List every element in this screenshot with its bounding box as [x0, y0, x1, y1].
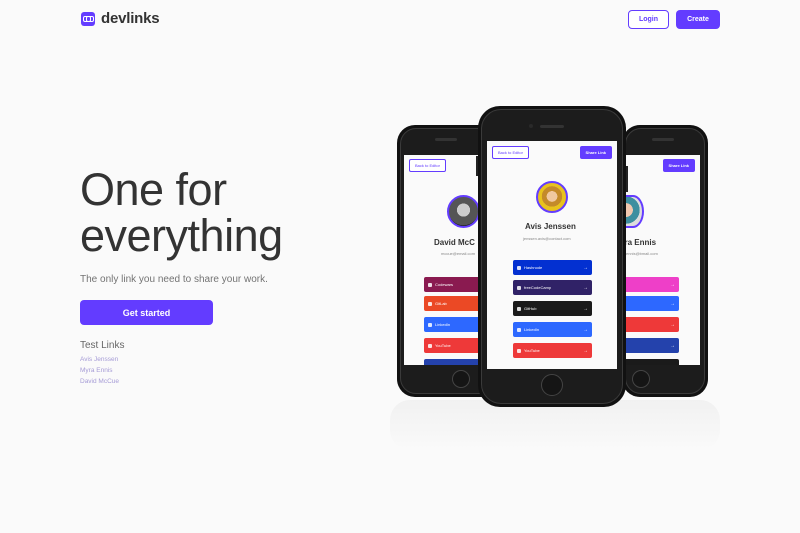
profile-name: yra Ennis	[622, 238, 657, 247]
share-link-button: Share Link	[662, 159, 695, 172]
profile-link: in→	[622, 296, 679, 311]
profile-link	[622, 359, 679, 365]
phone-right-screen: Share Link yra Ennis ennis@bmail.com → i…	[622, 155, 700, 365]
share-link-button: Share Link	[579, 146, 612, 159]
profile-name: David McC	[434, 238, 475, 247]
hero-title-line2: everything	[80, 210, 283, 261]
back-to-editor-button: Back to Editor	[409, 159, 446, 172]
youtube-icon	[428, 343, 432, 348]
back-to-editor-button: Back to Editor	[492, 146, 529, 159]
hero-title-line1: One for	[80, 164, 227, 215]
avatar	[447, 195, 480, 228]
avatar	[536, 181, 568, 213]
profile-link: Hashnode →	[513, 260, 592, 275]
profile-link: freeCodeCamp →	[513, 280, 592, 295]
codewars-icon	[428, 282, 432, 287]
gitlab-icon	[428, 301, 432, 306]
logo[interactable]: devlinks	[81, 10, 160, 27]
profile-link: →	[622, 277, 679, 292]
linkedin-icon	[428, 322, 432, 327]
profile-name: Avis Jenssen	[525, 222, 576, 231]
create-button[interactable]: Create	[676, 10, 720, 29]
linkedin-icon	[517, 327, 521, 332]
top-nav: devlinks Login Create	[0, 0, 800, 38]
get-started-button[interactable]: Get started	[80, 300, 213, 325]
home-button	[632, 370, 650, 388]
phone-center: Back to Editor Share Link Avis Jenssen j…	[476, 106, 628, 407]
link-logo-icon	[81, 11, 95, 26]
home-button	[452, 370, 470, 388]
test-link-myra[interactable]: Myra Ennis	[80, 366, 119, 376]
profile-email: jenssen.avis@contact.com	[523, 236, 571, 241]
phone-center-screen: Back to Editor Share Link Avis Jenssen j…	[487, 141, 617, 369]
test-link-avis[interactable]: Avis Jenssen	[80, 355, 119, 365]
login-button[interactable]: Login	[628, 10, 669, 29]
phone-right: Share Link yra Ennis ennis@bmail.com → i…	[622, 125, 708, 397]
freecodecamp-icon	[517, 285, 521, 290]
hero-title: One for everything	[80, 167, 283, 259]
phones-reflection	[390, 400, 720, 450]
profile-link: GitHub →	[513, 301, 592, 316]
logo-text: devlinks	[101, 10, 160, 27]
profile-link: be→	[622, 317, 679, 332]
home-button	[541, 374, 563, 396]
test-link-david[interactable]: David McCue	[80, 377, 119, 387]
github-icon	[517, 306, 521, 311]
profile-email: mccue@email.com	[441, 251, 476, 256]
profile-link: ook→	[622, 338, 679, 353]
test-links-list: Avis Jenssen Myra Ennis David McCue	[80, 355, 119, 387]
youtube-icon	[517, 348, 521, 353]
profile-link: YouTube →	[513, 343, 592, 358]
hero-subtitle: The only link you need to share your wor…	[80, 274, 268, 285]
profile-link: LinkedIn →	[513, 322, 592, 337]
test-links-title: Test Links	[80, 340, 125, 351]
hashnode-icon	[517, 265, 521, 270]
profile-email: ennis@bmail.com	[626, 251, 658, 256]
